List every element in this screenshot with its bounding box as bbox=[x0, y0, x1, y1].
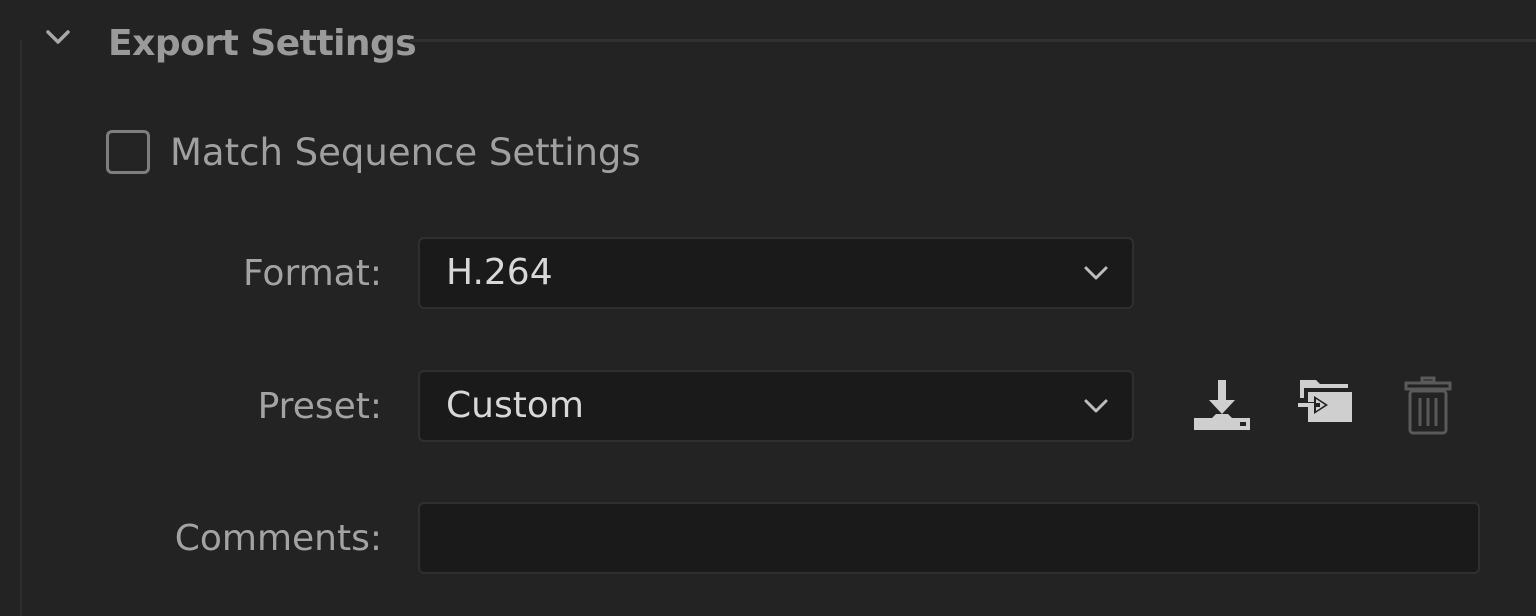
chevron-down-icon bbox=[1082, 263, 1110, 283]
section-title-divider bbox=[410, 39, 1536, 42]
preset-value: Custom bbox=[446, 385, 584, 426]
section-header: Export Settings bbox=[0, 0, 1536, 86]
import-preset-button[interactable] bbox=[1294, 374, 1358, 438]
comments-label: Comments: bbox=[174, 518, 382, 559]
chevron-down-icon bbox=[1082, 396, 1110, 416]
collapse-chevron-icon[interactable] bbox=[40, 20, 76, 56]
export-settings-panel: Export Settings Match Sequence Settings … bbox=[0, 0, 1536, 616]
preset-dropdown[interactable]: Custom bbox=[418, 370, 1134, 442]
match-sequence-checkbox[interactable] bbox=[106, 130, 150, 174]
panel-left-divider bbox=[20, 40, 22, 616]
download-tray-icon bbox=[1194, 380, 1250, 430]
format-value: H.264 bbox=[446, 252, 553, 293]
format-label: Format: bbox=[243, 253, 382, 294]
delete-preset-button[interactable] bbox=[1396, 374, 1460, 438]
comments-input[interactable] bbox=[418, 502, 1480, 574]
trash-icon bbox=[1404, 376, 1452, 435]
match-sequence-label: Match Sequence Settings bbox=[170, 131, 641, 174]
folder-import-icon bbox=[1296, 380, 1352, 422]
section-title: Export Settings bbox=[108, 23, 417, 64]
preset-label: Preset: bbox=[257, 386, 382, 427]
save-preset-button[interactable] bbox=[1190, 376, 1254, 440]
format-dropdown[interactable]: H.264 bbox=[418, 237, 1134, 309]
